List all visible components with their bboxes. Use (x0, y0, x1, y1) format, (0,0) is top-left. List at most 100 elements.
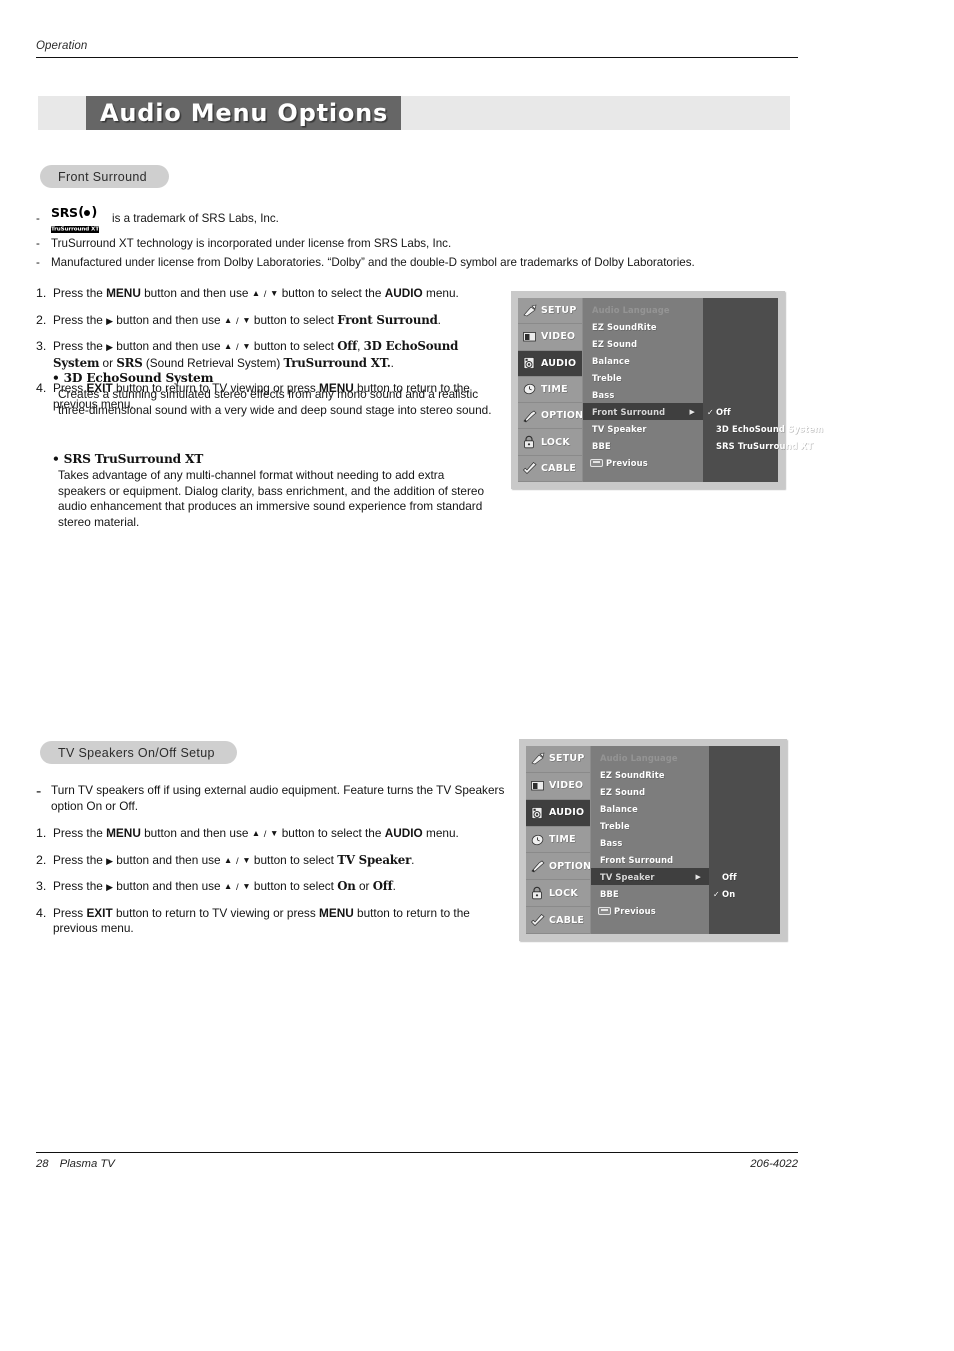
osd-menu-item-label: Audio Language (600, 752, 678, 763)
clock-icon (522, 382, 538, 396)
arrow-up-icon (252, 286, 260, 300)
osd-option-3d-echosound-system[interactable]: 3D EchoSound System (716, 424, 824, 434)
osd-menu-item-ez-sound[interactable]: EZ Sound (583, 335, 703, 352)
osd-sidebar-item-video[interactable]: VIDEO (518, 324, 582, 351)
osd-sidebar-item-audio[interactable]: AUDIO (518, 350, 582, 377)
osd-sidebar-item-lock[interactable]: LOCK (526, 880, 590, 908)
step-text: Press EXIT button to return to TV viewin… (53, 905, 470, 936)
footer-doc-code: 206-4022 (750, 1158, 798, 1170)
osd-menu-item-label: Balance (592, 355, 630, 366)
osd-menu-item-bass[interactable]: Bass (583, 386, 703, 403)
osd-sidebar: SETUP VIDEO AUDIO TIME OPTION LOCK CABLE (518, 298, 584, 482)
osd-menu-item-label: TV Speaker (592, 423, 647, 434)
osd-options-panel: Off ✓ On (709, 746, 780, 934)
monitor-icon (530, 779, 546, 793)
arrow-up-icon (224, 879, 232, 893)
arrow-down-icon (242, 313, 250, 327)
osd-sidebar-item-time[interactable]: TIME (518, 377, 582, 404)
osd-sidebar-item-lock[interactable]: LOCK (518, 429, 582, 456)
checkmark-icon: ✓ (713, 889, 720, 899)
speaker-icon (530, 806, 546, 820)
osd-menu-item-label: Bass (600, 837, 623, 848)
osd-sidebar-item-setup[interactable]: SETUP (526, 746, 590, 773)
feature-title: • SRS TruSurround XT (52, 452, 204, 466)
osd-menu-item-label: Previous (606, 457, 648, 468)
section-heading-label: Front Surround (58, 169, 147, 184)
osd-sidebar-item-label: LOCK (541, 436, 570, 448)
footer-divider (36, 1152, 798, 1153)
instruction-step: 3. Press the button and then use / button… (36, 879, 516, 896)
padlock-icon (522, 435, 538, 449)
osd-sidebar-item-cable[interactable]: CABLE (518, 456, 582, 482)
section-heading-label: TV Speakers On/Off Setup (58, 745, 215, 760)
osd-menu-item-front-surround[interactable]: Front Surround (591, 851, 709, 868)
speaker-icon (522, 356, 538, 370)
page-title-block: Audio Menu Options (86, 96, 402, 130)
osd-menu-item-label: Treble (592, 372, 622, 383)
chevron-right-icon: ▶ (695, 872, 701, 881)
tv-speakers-note-text: Turn TV speakers off if using external a… (51, 783, 505, 813)
osd-menu-item-front-surround[interactable]: Front Surround ▶ (583, 403, 703, 420)
osd-menu-item-previous[interactable]: Previous (591, 902, 709, 919)
osd-sidebar-item-label: OPTION (541, 410, 584, 422)
page-footer: 28 Plasma TV 206-4022 (36, 1152, 798, 1170)
osd-menu-item-bbe[interactable]: BBE (591, 885, 709, 902)
osd-sidebar-item-time[interactable]: TIME (526, 827, 590, 854)
arrow-up-icon (224, 313, 232, 327)
osd-menu-item-balance[interactable]: Balance (583, 352, 703, 369)
arrow-right-icon (106, 339, 113, 353)
srs-logo-wordmark: SRS() (51, 205, 98, 220)
osd-sidebar-item-cable[interactable]: CABLE (526, 907, 590, 935)
osd-menu-item-ez-soundrite[interactable]: EZ SoundRite (591, 766, 709, 783)
osd-menu-item-balance[interactable]: Balance (591, 800, 709, 817)
osd-menu-item-ez-soundrite[interactable]: EZ SoundRite (583, 318, 703, 335)
osd-menu-item-tv-speaker[interactable]: TV Speaker (583, 420, 703, 437)
trademark-row-dolby: - Manufactured under license from Dolby … (36, 255, 796, 271)
osd-sidebar-item-label: AUDIO (549, 807, 585, 819)
feature-srs-trusurround-xt: • SRS TruSurround XT Takes advantage of … (52, 452, 492, 530)
osd-menu-item-bass[interactable]: Bass (591, 834, 709, 851)
plug-icon (530, 913, 546, 927)
satellite-dish-icon (530, 752, 546, 766)
osd-option-on[interactable]: ✓ On (713, 889, 735, 899)
osd-menu-item-bbe[interactable]: BBE (583, 437, 703, 454)
header-divider (36, 57, 798, 58)
osd-option-off[interactable]: ✓ Off (707, 407, 731, 417)
wrench-icon (530, 859, 546, 873)
osd-menu-item-treble[interactable]: Treble (583, 369, 703, 386)
step-number: 1. (36, 286, 47, 300)
osd-sidebar-item-video[interactable]: VIDEO (526, 773, 590, 800)
osd-menu-item-tv-speaker[interactable]: TV Speaker ▶ (591, 868, 709, 885)
osd-menu-item-label: Audio Language (592, 304, 670, 315)
osd-option-off[interactable]: Off (722, 872, 737, 882)
step-text: Press the button and then use / button t… (53, 879, 516, 896)
monitor-icon (522, 330, 538, 344)
feature-3d-echosound: • 3D EchoSound System Creates a stunning… (52, 371, 492, 418)
arrow-right-icon (106, 313, 113, 327)
osd-menu-item-audio-language: Audio Language (583, 301, 703, 318)
osd-sidebar-item-option[interactable]: OPTION (518, 403, 584, 430)
step-text: Press the button and then use / button t… (53, 853, 516, 870)
osd-menu-item-label: Treble (600, 820, 630, 831)
clock-icon (530, 833, 546, 847)
osd-menu-item-treble[interactable]: Treble (591, 817, 709, 834)
step-number: 2. (36, 852, 47, 867)
osd-sidebar-item-audio[interactable]: AUDIO (526, 799, 590, 827)
osd-menu-item-label: Balance (600, 803, 638, 814)
osd-sidebar-item-label: TIME (541, 383, 568, 395)
arrow-right-icon (106, 879, 113, 893)
osd-menu-item-ez-sound[interactable]: EZ Sound (591, 783, 709, 800)
arrow-up-icon (224, 853, 232, 867)
step-number: 1. (36, 826, 47, 840)
osd-menu-item-label: EZ SoundRite (600, 769, 665, 780)
osd-menu-item-previous[interactable]: Previous (583, 454, 703, 471)
osd-sidebar-item-setup[interactable]: SETUP (518, 298, 582, 325)
osd-option-label: On (722, 889, 736, 899)
osd-sidebar-item-option[interactable]: OPTION (526, 853, 591, 881)
osd-menu-item-label: Front Surround (592, 406, 666, 417)
instruction-step: 1. Press the MENU button and then use / b… (36, 826, 516, 843)
tv-speakers-note: - Turn TV speakers off if using external… (36, 783, 506, 815)
step-text: Press the button and then use / button t… (53, 339, 504, 371)
osd-option-srs-trusurround-xt[interactable]: SRS TruSurround XT (716, 441, 813, 451)
osd-menu-item-label: Bass (592, 389, 615, 400)
